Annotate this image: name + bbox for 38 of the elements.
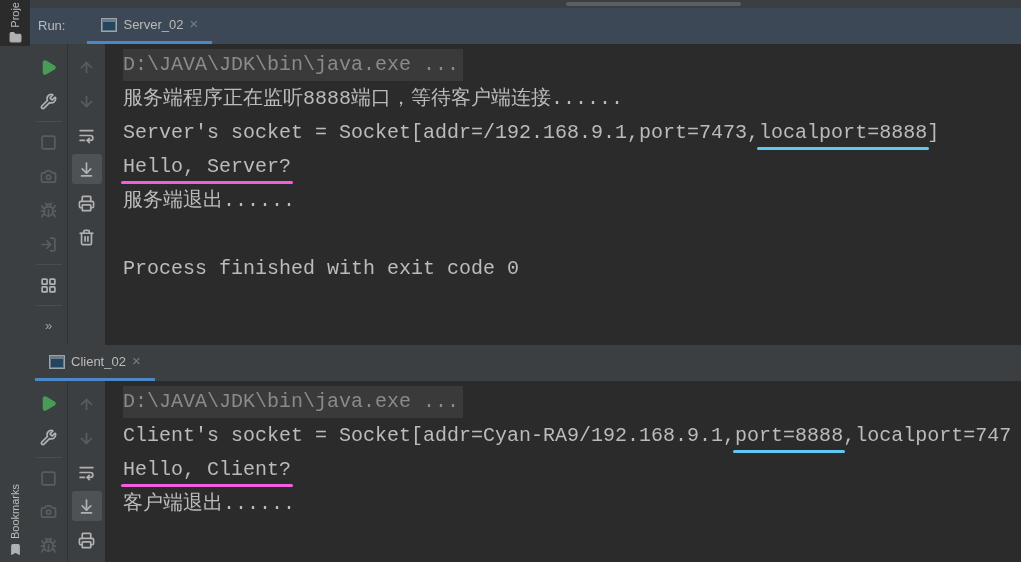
bookmark-icon [8, 543, 22, 556]
exit-icon [40, 235, 57, 253]
run-icon [40, 395, 57, 413]
wrench-icon [40, 428, 57, 446]
scroll-end-icon [78, 497, 95, 515]
printer-icon [78, 531, 95, 549]
layout-icon [40, 276, 57, 294]
wrench-icon [40, 92, 57, 110]
console-line: Hello, Client? [123, 454, 292, 486]
run-label: Run: [37, 17, 67, 36]
bug-icon [40, 201, 57, 219]
console-line: 客户端退出...... [123, 491, 295, 517]
stop-icon [40, 469, 57, 487]
scroll-end-icon [78, 160, 95, 178]
printer-icon [78, 194, 95, 212]
tab-label: Client_02 [71, 352, 126, 371]
scrollbar-thumb[interactable] [566, 2, 741, 6]
console-line: 服务端退出...... [123, 188, 295, 214]
console-line: Client's socket = Socket[addr=Cyan-RA9/192.168.9.1,port=8888,localport=747 [123, 420, 1012, 452]
console-line: 服务端程序正在监听8888端口，等待客户端连接...... [123, 86, 624, 112]
console-tab-icon [101, 17, 118, 32]
scroll-end-button[interactable] [71, 154, 102, 184]
tab-label: Server_02 [123, 15, 184, 34]
console-line: Server's socket = Socket[addr=/192.168.9.1,port=7473,localport=8888] [123, 117, 940, 149]
console-tab-icon [49, 354, 65, 369]
scroll-end-button[interactable] [71, 491, 102, 521]
bug-icon [40, 536, 57, 554]
trash-icon [78, 228, 95, 246]
close-icon[interactable]: × [131, 350, 141, 373]
console-line: Hello, Server? [123, 151, 292, 183]
stop-icon [40, 133, 57, 151]
camera-icon [40, 167, 57, 185]
camera-icon [40, 503, 57, 521]
more-button[interactable]: » [33, 309, 64, 343]
run-icon [40, 58, 57, 76]
bookmarks-tab[interactable]: Bookmarks [6, 483, 24, 539]
console-line: Process finished with exit code 0 [123, 256, 520, 282]
folder-icon [8, 30, 22, 44]
